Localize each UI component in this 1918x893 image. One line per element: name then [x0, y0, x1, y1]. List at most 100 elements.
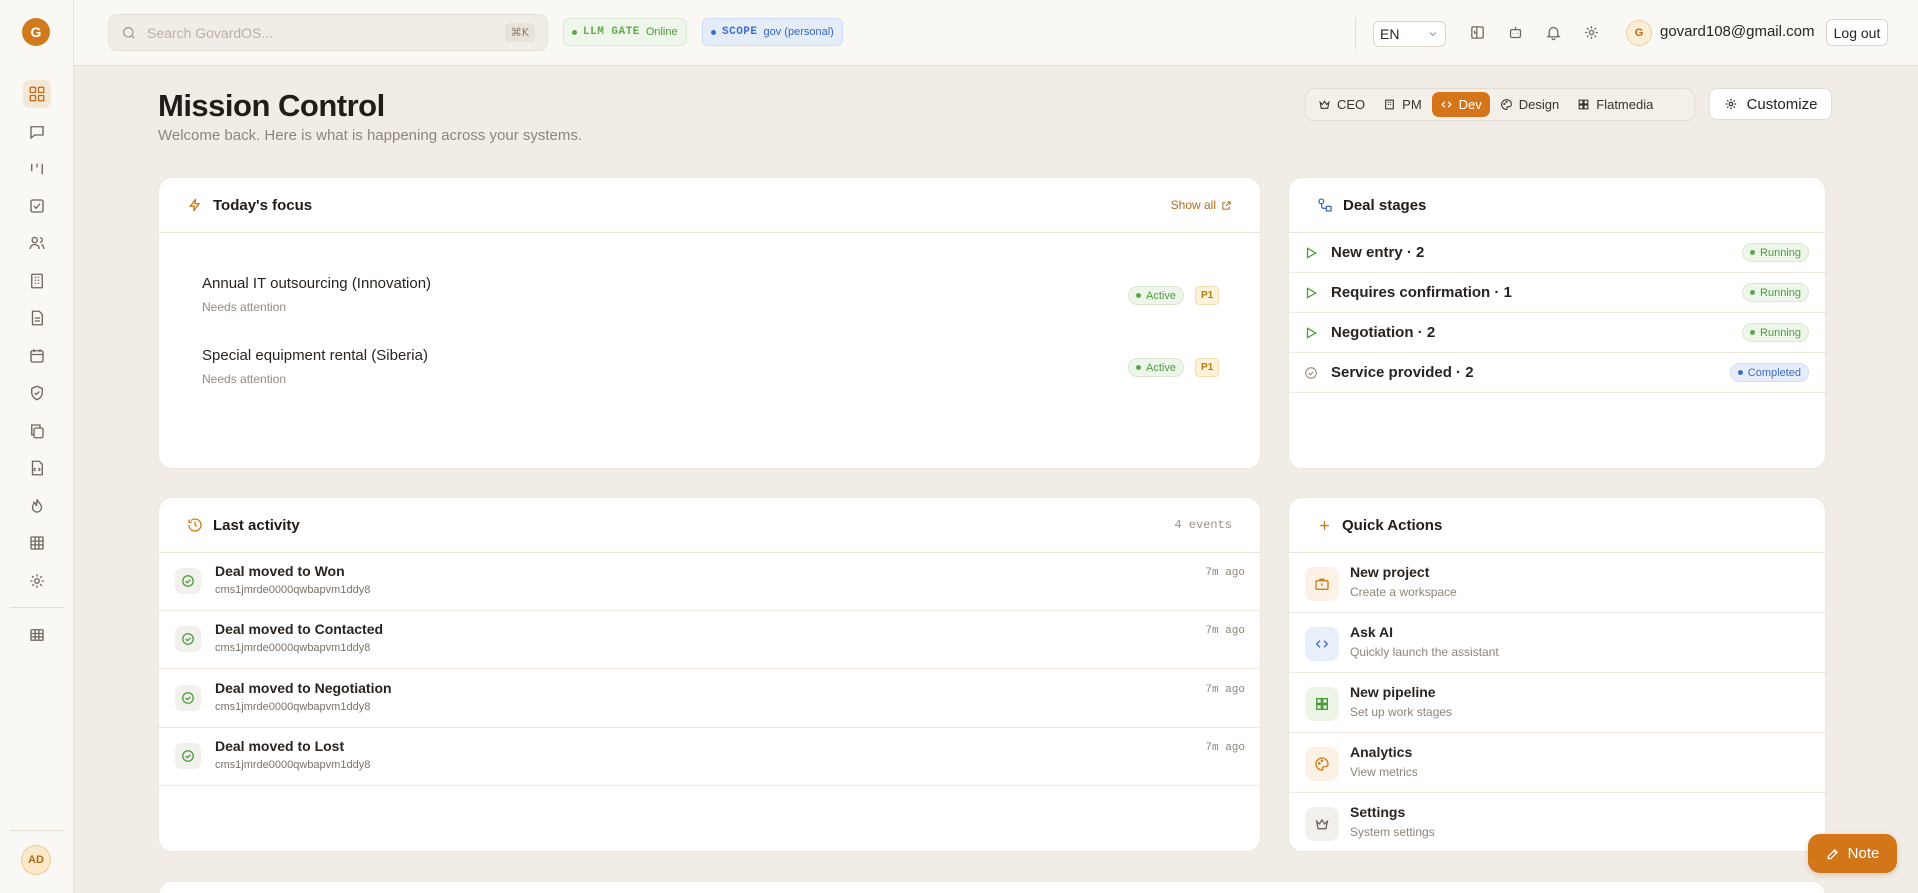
role-label: Design [1518, 97, 1560, 112]
quick-action-analytics[interactable]: Analytics View metrics [1289, 733, 1825, 793]
calendar-icon[interactable] [23, 342, 51, 370]
flame-icon[interactable] [23, 492, 51, 520]
history-icon [187, 517, 203, 533]
activity-row[interactable]: Deal moved to Negotiation cms1jmrde0000q… [159, 670, 1260, 728]
quick-action-subtitle: Quickly launch the assistant [1350, 645, 1499, 659]
tasks-icon[interactable] [23, 192, 51, 220]
gear-icon [1724, 97, 1738, 111]
dashboard-icon[interactable] [23, 80, 51, 108]
role-label: Flatmedia [1596, 97, 1654, 112]
focus-item[interactable]: Special equipment rental (Siberia) Needs… [202, 347, 1242, 386]
grid-icon [1577, 98, 1590, 111]
sidebar-user-avatar[interactable]: AD [21, 845, 51, 875]
quick-action-settings[interactable]: Settings System settings [1289, 793, 1825, 851]
status-label: Running [1760, 286, 1801, 299]
building-icon[interactable] [23, 267, 51, 295]
role-tab-dev[interactable]: Dev [1431, 92, 1490, 117]
status-dot-icon [1750, 290, 1756, 295]
code-file-icon[interactable] [23, 454, 51, 482]
shield-icon[interactable] [23, 379, 51, 407]
plus-icon [1317, 518, 1332, 533]
quick-action-new-project[interactable]: New project Create a workspace [1289, 553, 1825, 613]
document-icon[interactable] [23, 304, 51, 332]
activity-row[interactable]: Deal moved to Contacted cms1jmrde0000qwb… [159, 611, 1260, 669]
stage-row[interactable]: New entry · 2 Running [1289, 233, 1825, 273]
bot-icon[interactable] [1503, 20, 1527, 44]
search-input[interactable] [147, 24, 505, 41]
quick-action-subtitle: Create a workspace [1350, 585, 1457, 599]
role-tab-design[interactable]: Design [1492, 92, 1567, 117]
search-icon [121, 25, 137, 41]
activity-row[interactable]: Deal moved to Lost cms1jmrde0000qwbapvm1… [159, 728, 1260, 786]
activity-time: 7m ago [1205, 567, 1245, 579]
bell-icon[interactable] [1541, 20, 1565, 44]
role-tab-flatmedia[interactable]: Flatmedia [1569, 92, 1661, 117]
role-label: PM [1402, 97, 1422, 112]
quick-action-ask-ai[interactable]: Ask AI Quickly launch the assistant [1289, 613, 1825, 673]
page-title: Mission Control [158, 88, 385, 123]
status-label: Active [1146, 289, 1176, 302]
activity-id: cms1jmrde0000qwbapvm1ddy8 [215, 759, 371, 771]
role-tab-ceo[interactable]: CEO [1310, 92, 1373, 117]
bolt-icon [187, 197, 203, 213]
llm-gate-label: LLM GATE [583, 26, 640, 38]
sidebar-toggle-icon[interactable] [1465, 20, 1489, 44]
stage-row[interactable]: Negotiation · 2 Running [1289, 313, 1825, 353]
stage-row[interactable]: Service provided · 2 Completed [1289, 353, 1825, 393]
status-dot-icon [1750, 250, 1756, 255]
quick-actions-card: Quick Actions New project Create a works… [1288, 497, 1826, 852]
activity-id: cms1jmrde0000qwbapvm1ddy8 [215, 701, 371, 713]
next-section-card [158, 881, 1826, 893]
table-icon[interactable] [23, 621, 51, 649]
scope-selector[interactable]: SCOPE gov (personal) [702, 18, 843, 46]
stage-label: Requires confirmation · 1 [1331, 284, 1512, 301]
status-label: Completed [1747, 366, 1801, 379]
status-label: Running [1760, 326, 1801, 339]
code-icon [1440, 98, 1453, 111]
focus-item[interactable]: Annual IT outsourcing (Innovation) Needs… [202, 275, 1242, 314]
grid-icon [1305, 687, 1339, 721]
note-button[interactable]: Note [1808, 834, 1897, 873]
stage-row[interactable]: Requires confirmation · 1 Running [1289, 273, 1825, 313]
copy-icon[interactable] [23, 417, 51, 445]
quick-action-title: New project [1350, 564, 1430, 580]
activity-title: Deal moved to Contacted [215, 621, 384, 637]
focus-item-subtitle: Needs attention [202, 300, 287, 314]
activity-row[interactable]: Deal moved to Won cms1jmrde0000qwbapvm1d… [159, 553, 1260, 611]
status-badge: Running [1742, 243, 1809, 262]
focus-item-title: Annual IT outsourcing (Innovation) [202, 275, 432, 292]
user-email[interactable]: govard108@gmail.com [1660, 23, 1814, 40]
activity-title: Deal moved to Lost [215, 738, 345, 754]
focus-card-title: Today's focus [213, 196, 313, 214]
quick-action-new-pipeline[interactable]: New pipeline Set up work stages [1289, 673, 1825, 733]
users-icon[interactable] [23, 229, 51, 257]
scope-label: SCOPE [722, 26, 758, 38]
grid-icon[interactable] [23, 529, 51, 557]
building-icon [1383, 98, 1396, 111]
show-all-link[interactable]: Show all [1171, 198, 1232, 212]
logout-button[interactable]: Log out [1826, 19, 1888, 46]
user-avatar[interactable]: G [1626, 20, 1652, 46]
quick-action-title: Settings [1350, 804, 1406, 820]
columns-icon[interactable] [23, 155, 51, 183]
palette-icon [1305, 747, 1339, 781]
customize-button[interactable]: Customize [1709, 88, 1832, 120]
quick-actions-header: Quick Actions [1289, 498, 1825, 553]
language-select[interactable]: EN [1373, 21, 1446, 47]
app-logo[interactable]: G [22, 18, 50, 46]
chat-icon[interactable] [23, 118, 51, 146]
llm-gate-status[interactable]: LLM GATE Online [563, 18, 687, 46]
check-circle-icon [175, 568, 201, 594]
focus-item-title: Special equipment rental (Siberia) [202, 347, 428, 364]
quick-action-title: New pipeline [1350, 684, 1436, 700]
crown-icon [1318, 98, 1331, 111]
briefcase-icon [1305, 567, 1339, 601]
status-badge: Completed [1729, 363, 1809, 382]
gear-icon[interactable] [1579, 20, 1603, 44]
search-bar[interactable]: ⌘K [108, 14, 548, 51]
role-tab-pm[interactable]: PM [1375, 92, 1430, 117]
settings-icon[interactable] [23, 567, 51, 595]
chevron-down-icon [1427, 28, 1439, 40]
status-label: Running [1760, 246, 1801, 259]
customize-label: Customize [1746, 95, 1818, 113]
